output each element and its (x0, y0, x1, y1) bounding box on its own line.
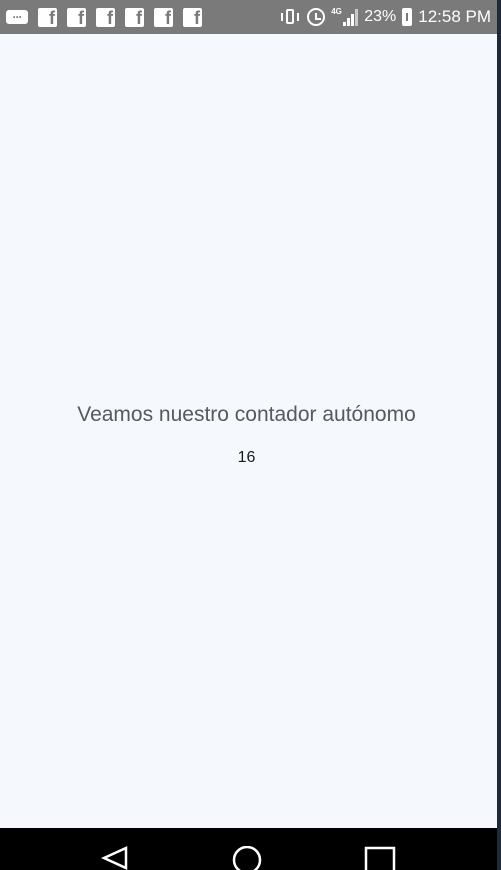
message-icon (6, 10, 28, 24)
facebook-icon: f (96, 7, 115, 27)
network-type: 4G (331, 7, 342, 16)
signal-icon: 4G (331, 7, 359, 26)
battery-percent: 23% (364, 8, 397, 25)
back-icon[interactable] (100, 846, 130, 870)
page-title: Veamos nuestro contador autónomo (77, 403, 416, 426)
facebook-icon: f (38, 7, 57, 27)
alarm-icon (307, 8, 326, 26)
facebook-icon: f (154, 7, 173, 27)
home-icon[interactable] (231, 846, 263, 870)
main-content: Veamos nuestro contador autónomo 16 (0, 34, 497, 828)
status-bar: f f f f f f 4G 23% 12:58 PM (0, 0, 497, 34)
facebook-icon: f (125, 7, 144, 27)
phone-screen: f f f f f f 4G 23% 12:58 PM Veamos nu (0, 0, 501, 870)
battery-icon (402, 8, 413, 26)
notification-icons: f f f f f f (6, 7, 202, 27)
facebook-icon: f (183, 7, 202, 27)
facebook-icon: f (67, 7, 86, 27)
vibrate-icon (279, 8, 301, 26)
system-icons: 4G 23% 12:58 PM (279, 7, 491, 27)
navigation-bar (0, 828, 497, 870)
clock: 12:58 PM (418, 7, 491, 26)
counter-value: 16 (237, 449, 256, 466)
recents-icon[interactable] (364, 846, 396, 870)
